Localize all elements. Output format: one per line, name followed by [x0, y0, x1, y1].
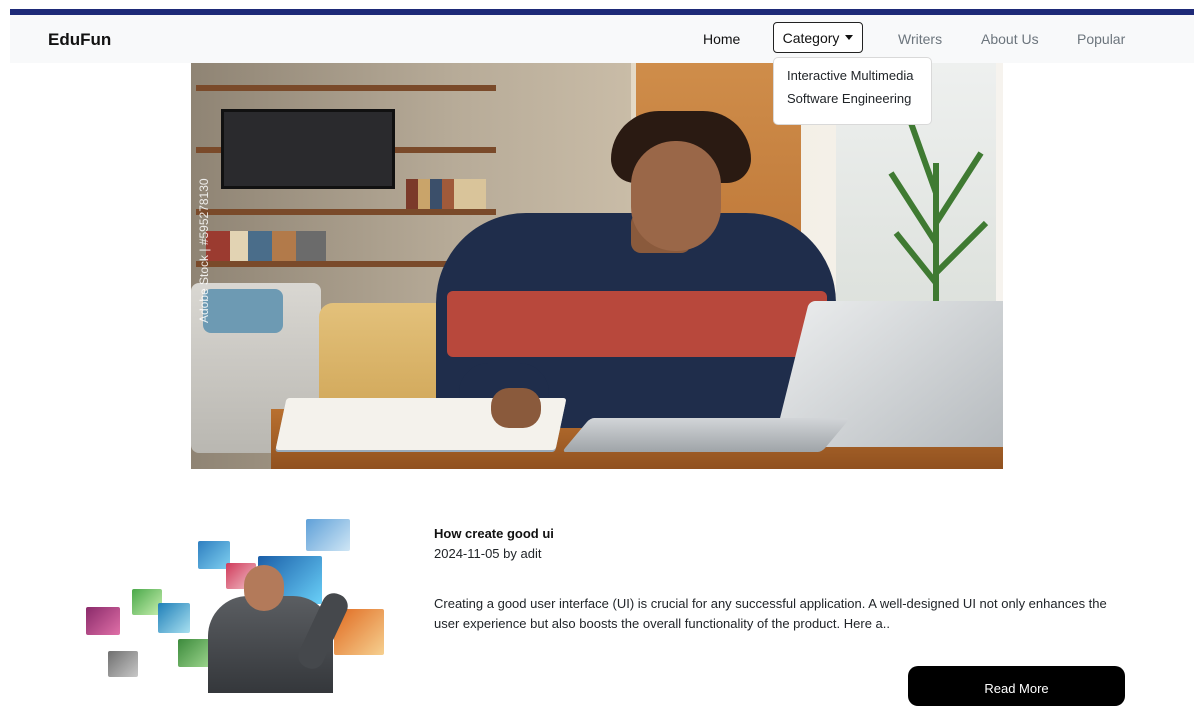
category-dropdown-button[interactable]: Category [773, 22, 863, 53]
category-dropdown-menu: Interactive Multimedia Software Engineer… [773, 57, 932, 125]
navbar: EduFun Home Category Writers About Us Po… [10, 15, 1194, 63]
image-watermark: Adobe Stock | #595278130 [197, 178, 211, 323]
nav-home[interactable]: Home [703, 31, 740, 47]
caret-down-icon [845, 35, 854, 40]
read-more-button[interactable]: Read More [908, 666, 1125, 706]
category-label: Category [782, 29, 840, 46]
dropdown-item-software-engineering[interactable]: Software Engineering [774, 91, 931, 114]
article-meta: 2024-11-05 by adit [434, 546, 542, 561]
nav-about-us[interactable]: About Us [981, 31, 1039, 47]
nav-writers[interactable]: Writers [898, 31, 942, 47]
article-excerpt: Creating a good user interface (UI) is c… [434, 596, 1107, 631]
article-thumbnail[interactable] [48, 511, 400, 693]
brand-logo[interactable]: EduFun [48, 30, 111, 50]
dropdown-item-interactive-multimedia[interactable]: Interactive Multimedia [774, 68, 931, 91]
nav-popular[interactable]: Popular [1077, 31, 1125, 47]
article-title[interactable]: How create good ui [434, 526, 554, 541]
tv-screen [221, 109, 395, 189]
